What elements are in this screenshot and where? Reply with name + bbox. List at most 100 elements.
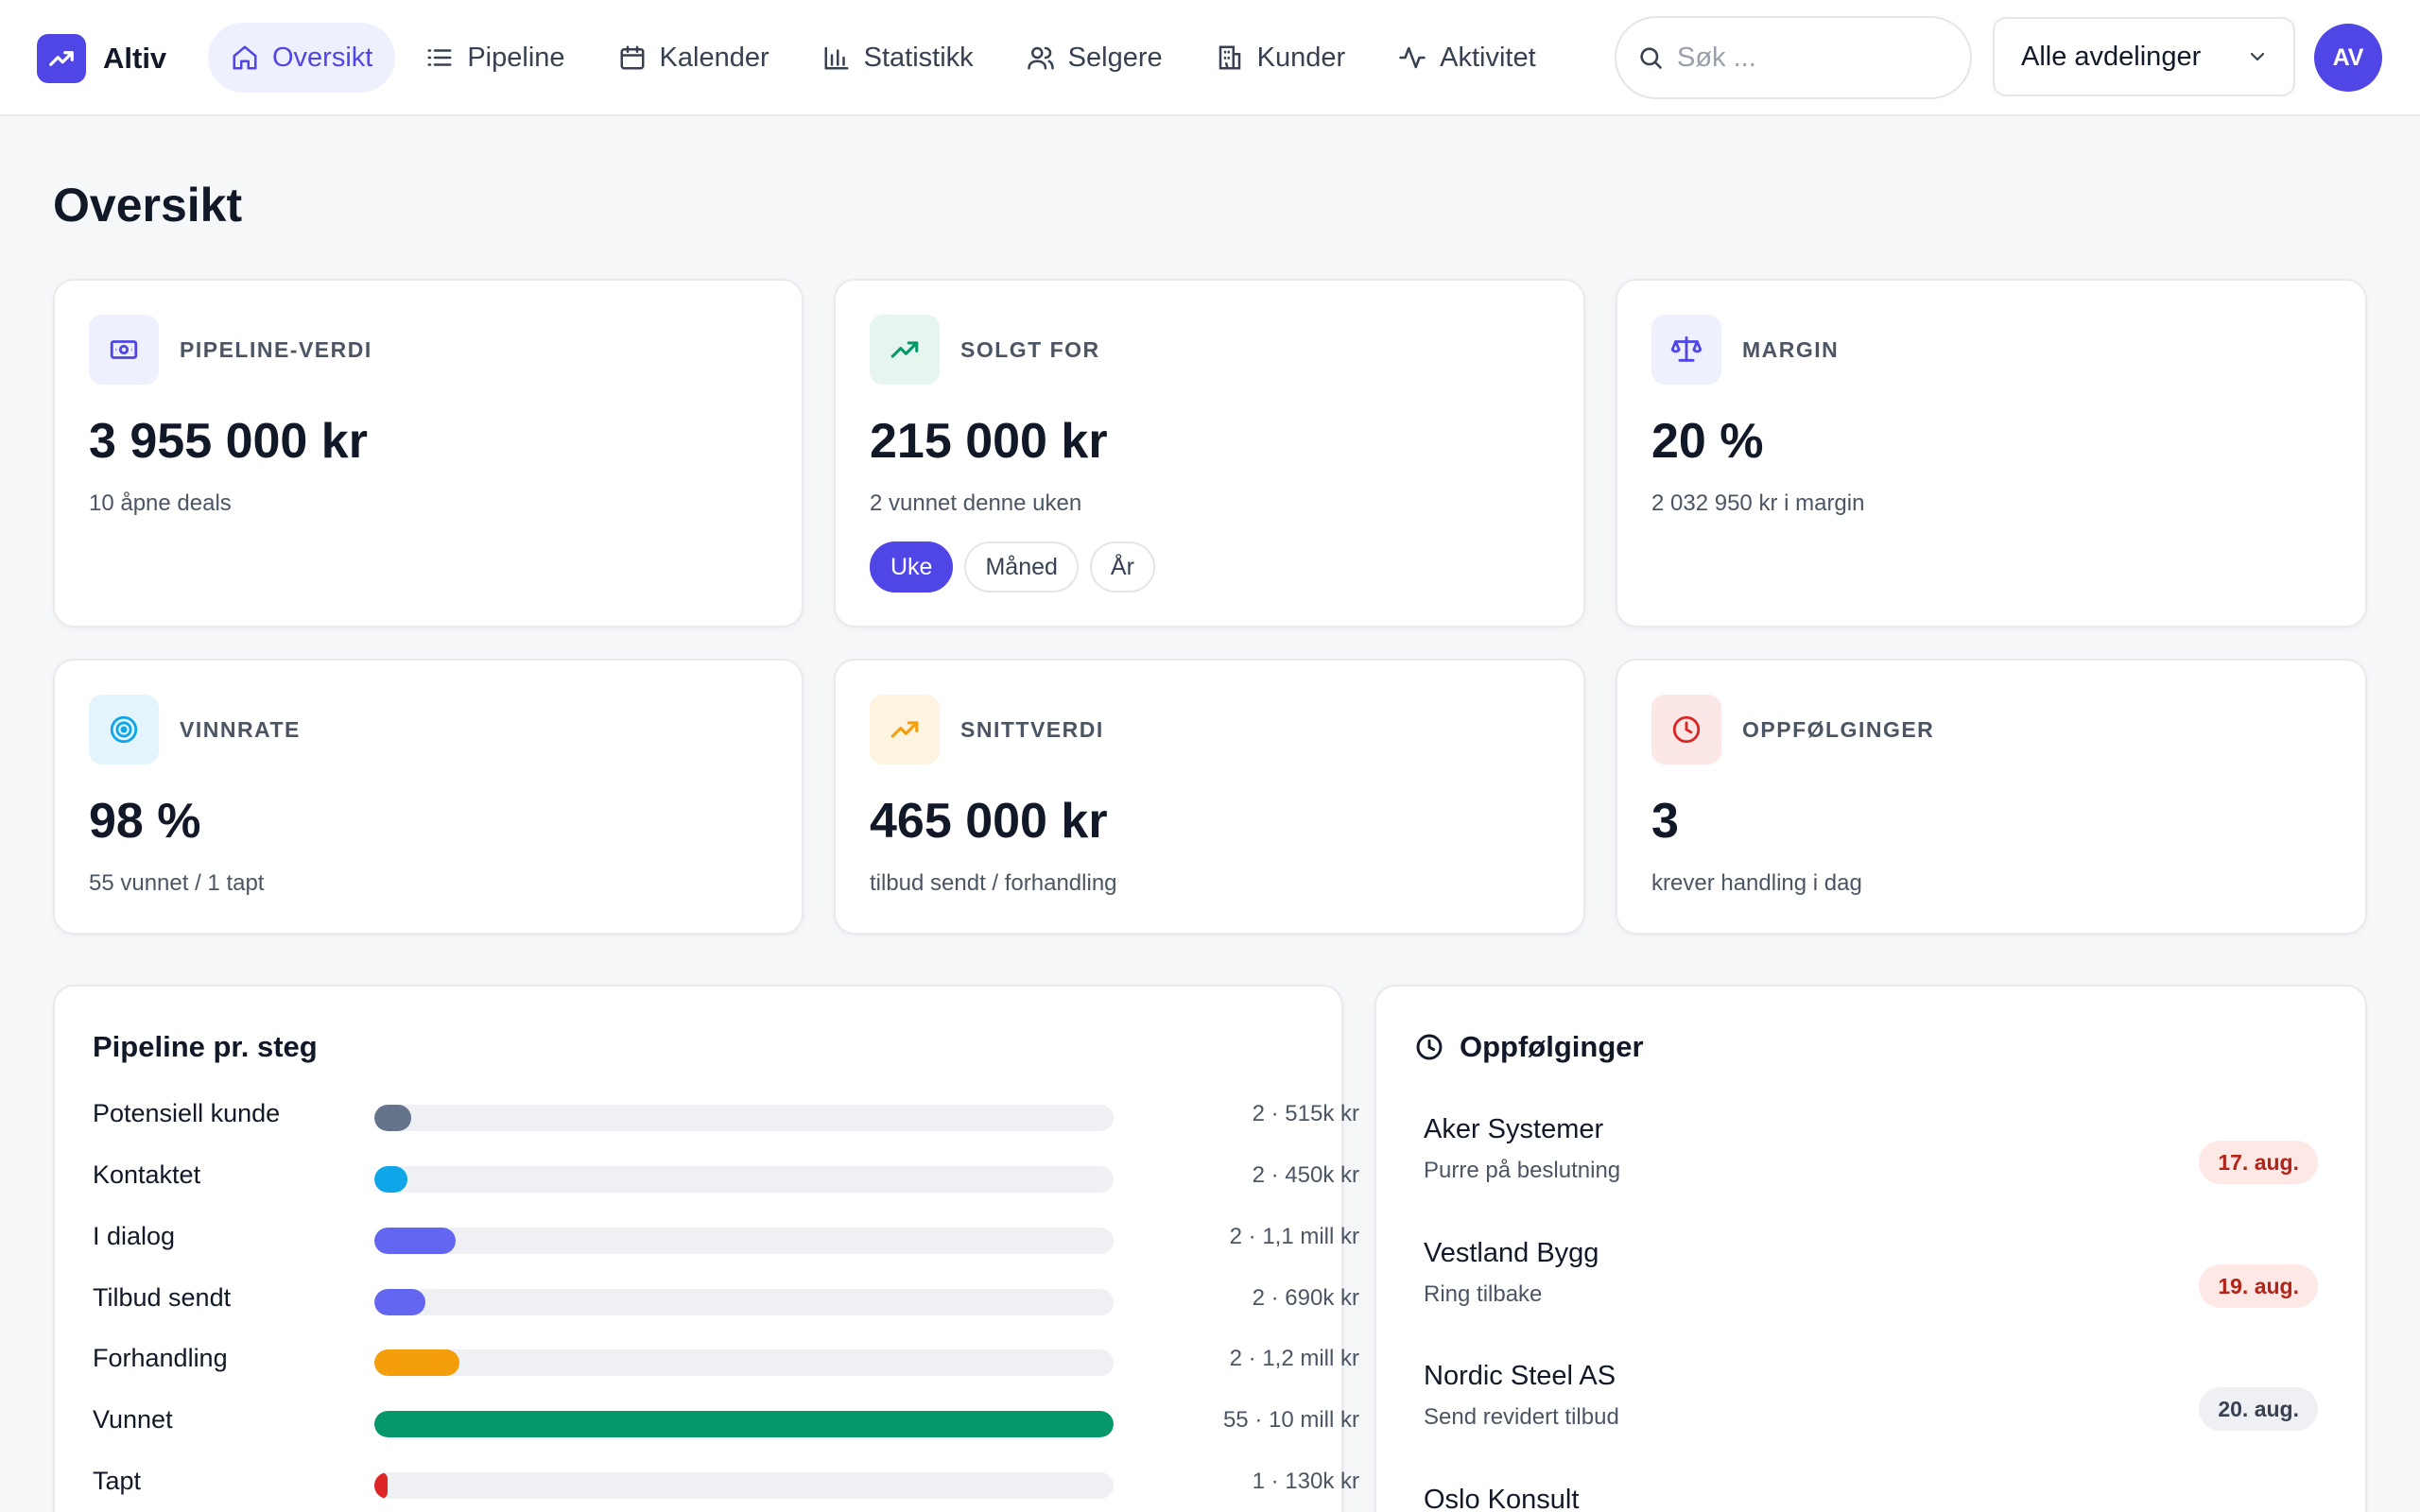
stage-bar-track (374, 1472, 1114, 1499)
stage-row[interactable]: Tapt 1 · 130k kr (93, 1463, 1359, 1501)
stage-label: I dialog (93, 1222, 176, 1250)
followup-task: Ring tilbake (1424, 1281, 1543, 1307)
trend-up-icon (870, 695, 940, 765)
nav-item-kunder[interactable]: Kunder (1193, 23, 1369, 93)
users-icon (1027, 46, 1054, 70)
followup-item[interactable]: Oslo Konsult (1424, 1485, 2318, 1512)
stat-value: 3 955 000 kr (89, 414, 368, 469)
followup-item[interactable]: Vestland Bygg Ring tilbake 19. aug. (1424, 1238, 2318, 1323)
stat-card-pipeline-value: PIPELINE-VERDI 3 955 000 kr 10 åpne deal… (53, 279, 804, 627)
stage-value: 2 · 1,1 mill kr (1229, 1224, 1359, 1249)
stage-row[interactable]: Potensiell kunde 2 · 515k kr (93, 1095, 1359, 1133)
stage-value: 1 · 130k kr (1252, 1469, 1359, 1494)
main-nav: Oversikt Pipeline Kalender Statistikk Se… (208, 23, 1566, 93)
stat-value: 465 000 kr (870, 794, 1108, 849)
nav-item-statistikk[interactable]: Statistikk (800, 23, 996, 93)
nav-item-pipeline[interactable]: Pipeline (403, 23, 587, 93)
followup-company: Nordic Steel AS (1424, 1361, 1616, 1391)
stat-subtext: tilbud sendt / forhandling (870, 870, 1117, 896)
stat-subtext: 10 åpne deals (89, 490, 232, 516)
clock-icon (1651, 695, 1721, 765)
activity-icon (1399, 46, 1426, 69)
stage-bar-track (374, 1105, 1114, 1131)
period-chip-month[interactable]: Måned (964, 541, 1079, 593)
followup-company: Aker Systemer (1424, 1114, 1604, 1144)
followup-task: Send revidert tilbud (1424, 1404, 1619, 1430)
stat-card-margin: MARGIN 20 % 2 032 950 kr i margin (1616, 279, 2367, 627)
stat-label: OPPFØLGINGER (1742, 716, 1935, 742)
followup-date-badge: 17. aug. (2199, 1141, 2318, 1184)
panel-header: Oppfølginger (1414, 1030, 1644, 1064)
stage-value: 2 · 690k kr (1252, 1285, 1359, 1311)
money-icon (89, 315, 159, 385)
chevron-down-icon (2250, 52, 2265, 61)
stat-card-sold: SOLGT FOR 215 000 kr 2 vunnet denne uken… (834, 279, 1585, 627)
search-input[interactable] (1677, 42, 1951, 74)
stage-label: Tapt (93, 1467, 142, 1495)
stat-subtext: 2 vunnet denne uken (870, 490, 1082, 516)
stage-bar-track (374, 1166, 1114, 1193)
stage-row[interactable]: Vunnet 55 · 10 mill kr (93, 1401, 1359, 1439)
home-icon (233, 45, 257, 70)
department-select-value: Alle avdelinger (2021, 41, 2202, 72)
stat-card-average-value: SNITTVERDI 465 000 kr tilbud sendt / for… (834, 659, 1585, 935)
stat-subtext: 55 vunnet / 1 tapt (89, 870, 265, 896)
period-chip-year[interactable]: År (1089, 541, 1155, 593)
period-chip-week[interactable]: Uke (870, 541, 954, 593)
nav-item-label: Aktivitet (1440, 42, 1536, 73)
bar-chart-icon (824, 46, 849, 70)
followup-company: Oslo Konsult (1424, 1485, 1580, 1512)
stat-card-followups: OPPFØLGINGER 3 krever handling i dag (1616, 659, 2367, 935)
app-logo[interactable]: Altiv (37, 34, 166, 83)
stage-row[interactable]: Forhandling 2 · 1,2 mill kr (93, 1340, 1359, 1378)
top-bar: Altiv Oversikt Pipeline Kalender Statist… (0, 0, 2420, 116)
trend-up-icon (37, 34, 86, 83)
followup-item[interactable]: Aker Systemer Purre på beslutning 17. aug. (1424, 1114, 2318, 1199)
user-avatar[interactable]: AV (2314, 24, 2382, 92)
stage-label: Tilbud sendt (93, 1283, 232, 1312)
panel-title: Oppfølginger (1460, 1030, 1644, 1063)
followup-task: Purre på beslutning (1424, 1158, 1621, 1183)
stage-bar-fill (374, 1411, 1114, 1437)
list-icon (427, 49, 452, 66)
stage-label: Kontaktet (93, 1160, 201, 1189)
stage-row[interactable]: Kontaktet 2 · 450k kr (93, 1157, 1359, 1194)
target-icon (89, 695, 159, 765)
stat-subtext: 2 032 950 kr i margin (1651, 490, 1865, 516)
stage-row[interactable]: I dialog 2 · 1,1 mill kr (93, 1218, 1359, 1256)
pipeline-by-stage-panel: Pipeline pr. steg Potensiell kunde 2 · 51… (53, 985, 1359, 1512)
stage-bar-track (374, 1289, 1114, 1315)
stage-row[interactable]: Tilbud sendt 2 · 690k kr (93, 1280, 1359, 1317)
stage-bar-track (374, 1349, 1114, 1376)
search-box[interactable] (1615, 16, 1972, 99)
stage-bar-fill (374, 1105, 411, 1131)
search-icon (1640, 47, 1662, 69)
stage-bar-fill (374, 1349, 459, 1376)
panel-title: Pipeline pr. steg (93, 1030, 318, 1063)
followup-date-badge: 20. aug. (2199, 1387, 2318, 1431)
nav-item-kalender[interactable]: Kalender (596, 23, 792, 93)
stage-label: Vunnet (93, 1405, 173, 1434)
followup-company: Vestland Bygg (1424, 1238, 1599, 1268)
nav-item-oversikt[interactable]: Oversikt (208, 23, 396, 93)
nav-item-selgere[interactable]: Selgere (1004, 23, 1185, 93)
nav-item-aktivitet[interactable]: Aktivitet (1375, 23, 1559, 93)
followups-panel: Oppfølginger Aker Systemer Purre på beslu… (1374, 985, 2367, 1512)
calendar-icon (620, 45, 645, 70)
stat-label: VINNRATE (180, 716, 301, 742)
stat-value: 215 000 kr (870, 414, 1108, 469)
period-toggle: Uke Måned År (870, 541, 1167, 593)
stage-bar-fill (374, 1166, 407, 1193)
nav-item-label: Oversikt (272, 42, 373, 73)
stage-bar-track (374, 1228, 1114, 1254)
clock-icon (1416, 1034, 1443, 1060)
followup-item[interactable]: Nordic Steel AS Send revidert tilbud 20. a… (1424, 1361, 2318, 1446)
stat-value: 20 % (1651, 414, 1764, 469)
stage-label: Potensiell kunde (93, 1099, 281, 1127)
department-select[interactable]: Alle avdelinger (1993, 17, 2295, 96)
stat-card-win-rate: VINNRATE 98 % 55 vunnet / 1 tapt (53, 659, 804, 935)
stage-bar-fill (374, 1228, 456, 1254)
stage-bar-fill (374, 1472, 388, 1499)
stat-label: SNITTVERDI (960, 716, 1104, 742)
stat-label: SOLGT FOR (960, 336, 1100, 362)
